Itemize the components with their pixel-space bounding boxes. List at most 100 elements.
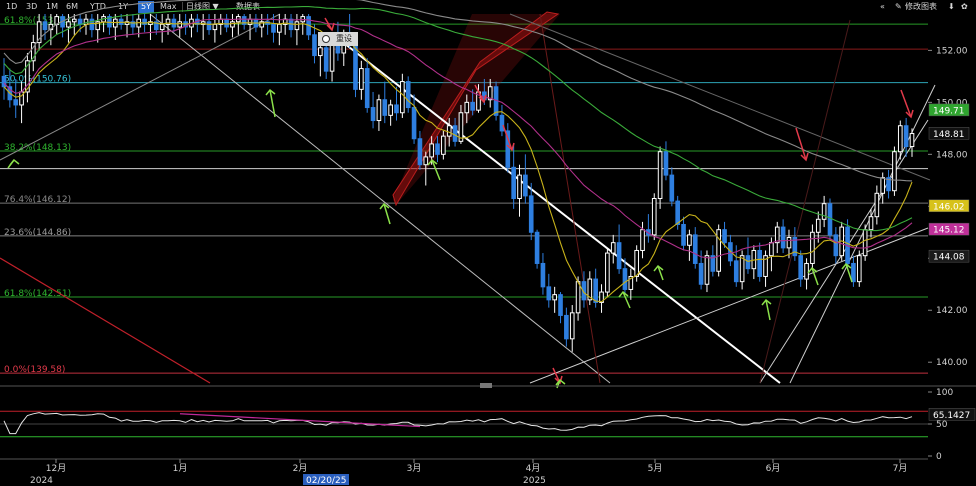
candle-body (605, 252, 610, 293)
reset-label: 重设 (336, 34, 352, 43)
fib-level-label: 38.2%(148.13) (4, 143, 71, 153)
candle-body (89, 18, 95, 31)
candle-body (1, 75, 7, 88)
candle-body (388, 104, 393, 116)
candle-body (400, 81, 405, 114)
candle-body (810, 231, 815, 264)
candle-body (733, 260, 739, 283)
panel-resize-handle[interactable] (480, 383, 492, 388)
candle-body (769, 242, 774, 257)
candle-body (66, 21, 71, 28)
x-month-label: 1月 (173, 463, 188, 474)
candle-body (511, 166, 516, 199)
candle-body (909, 133, 915, 148)
candle-body (903, 125, 909, 148)
x-month-label: 2月 (293, 463, 308, 474)
candle-body (675, 200, 680, 225)
candle-body (523, 174, 528, 197)
candle-body (323, 47, 329, 72)
candle-body (312, 34, 317, 57)
candle-body (558, 294, 563, 316)
y-tick-label: 140.00 (936, 358, 968, 368)
long-gray-trend (509, 13, 931, 181)
rsi-line (3, 412, 913, 435)
candle-body (698, 262, 704, 285)
candle-body (517, 174, 522, 199)
candle-body (212, 23, 218, 31)
candle-body (441, 135, 446, 155)
x-month-label: 12月 (46, 463, 66, 474)
candle-body (423, 156, 429, 166)
price-chart[interactable]: 61.8%(153.01)50.0%(150.76)38.2%(148.13)7… (0, 0, 976, 486)
candle-body (815, 218, 821, 233)
cursor-date-label: 02/20/25 (306, 476, 346, 486)
rsi-tick-label: 50 (936, 420, 948, 430)
price-tag-label: 148.81 (933, 130, 965, 140)
candle-body (739, 255, 745, 283)
candle-body (277, 23, 282, 33)
y-tick-label: 152.00 (936, 46, 968, 56)
candle-body (798, 255, 804, 280)
candle-body (318, 47, 323, 57)
candle-body (745, 255, 751, 270)
price-tag-label: 145.12 (933, 226, 965, 236)
x-year-label: 2025 (523, 476, 546, 486)
candle-body (640, 229, 645, 251)
candle-body (13, 99, 19, 106)
rsi-tick-label: 0 (936, 452, 942, 462)
candle-body (376, 99, 382, 122)
rsi-tick-label: 100 (936, 388, 953, 398)
candle-body (394, 104, 399, 114)
candle-body (687, 234, 692, 246)
candle-body (892, 151, 897, 192)
candle-body (856, 255, 862, 283)
candle-body (177, 21, 183, 28)
candle-body (634, 249, 639, 277)
candle-body (692, 234, 698, 264)
candle-body (786, 236, 792, 249)
candle-body (564, 314, 569, 340)
candle-body (534, 231, 540, 264)
candle-body (757, 249, 763, 277)
candle-body (780, 226, 786, 249)
candle-body (897, 125, 903, 153)
candle-body (651, 198, 657, 236)
candle-body (546, 286, 552, 301)
candle-body (446, 125, 452, 137)
candle-body (593, 278, 598, 303)
price-tag-label: 144.08 (933, 253, 965, 263)
candle-body (171, 18, 177, 28)
candle-body (528, 195, 534, 233)
y-tick-label: 148.00 (936, 150, 968, 160)
x-month-label: 4月 (526, 463, 541, 474)
candle-body (230, 21, 235, 28)
x-year-label: 2024 (30, 476, 53, 486)
candle-body (364, 68, 370, 109)
fib-level-label: 50.0%(150.76) (4, 75, 71, 85)
price-tag-label: 149.71 (933, 106, 965, 116)
x-month-label: 5月 (648, 463, 663, 474)
channel-upper-line (149, 13, 611, 384)
candle-body (464, 101, 470, 114)
candle-body (657, 151, 663, 200)
candle-body (663, 151, 669, 176)
candle-body (71, 18, 77, 23)
candle-body (575, 281, 581, 314)
candle-body (569, 312, 575, 340)
candle-body (429, 143, 434, 158)
candle-body (382, 99, 388, 116)
fib-level-label: 76.4%(146.12) (4, 195, 71, 205)
candle-body (704, 255, 710, 285)
candle-body (622, 268, 628, 290)
reset-button[interactable]: 重设 (318, 32, 358, 46)
candle-body (159, 23, 165, 31)
candle-body (862, 229, 868, 257)
candle-body (206, 21, 212, 31)
reset-icon (322, 35, 330, 43)
candle-body (610, 242, 616, 254)
candle-body (880, 177, 886, 194)
candle-body (411, 107, 417, 140)
rsi-value-label: 65.1427 (933, 411, 970, 421)
candle-body (868, 216, 874, 231)
candle-body (851, 262, 856, 283)
